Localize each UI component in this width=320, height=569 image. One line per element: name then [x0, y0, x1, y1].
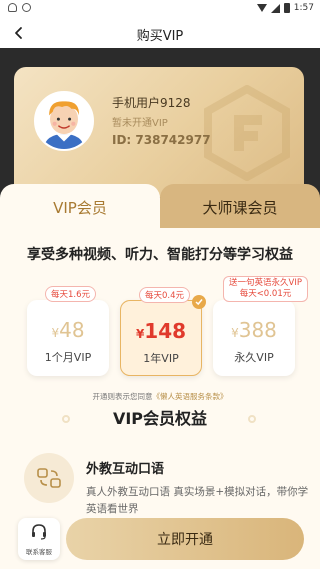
plan-name: 永久VIP	[234, 351, 274, 364]
tab-master-class[interactable]: 大师课会员	[160, 184, 320, 230]
terms-link[interactable]: 《懒人英语服务条款》	[153, 392, 228, 401]
status-time: 1:57	[293, 3, 314, 13]
plan-tag: 送一句英语永久VIP 每天<0.01元	[223, 276, 308, 302]
feature-title: 外教互动口语	[86, 462, 165, 477]
android-icon	[8, 3, 17, 12]
check-icon	[192, 295, 206, 309]
benefits-summary: 享受多种视频、听力、智能打分等学习权益	[27, 247, 293, 263]
plan-1-month[interactable]: 每天1.6元 ¥48 1个月VIP	[27, 286, 109, 376]
plan-name: 1个月VIP	[44, 351, 92, 364]
section-title: VIP会员权益	[112, 409, 208, 428]
open-now-button[interactable]: 立即开通	[66, 518, 304, 560]
plan-price: ¥48	[51, 318, 85, 342]
customer-service-button[interactable]: 联系客服	[18, 518, 60, 560]
wifi-icon	[256, 4, 267, 12]
user-card: 手机用户9128 暂未开通VIP ID: 738742977	[14, 67, 304, 197]
battery-icon	[283, 3, 290, 13]
signal-icon	[270, 3, 280, 13]
decor-dot	[248, 415, 256, 423]
feature-description: 真人外教互动口语 真实场景+模拟对话，带你学英语看世界	[86, 486, 309, 515]
header: 购买VIP	[0, 18, 320, 48]
support-label: 联系客服	[26, 548, 52, 556]
avatar[interactable]	[34, 91, 94, 151]
plan-1-year[interactable]: 每天0.4元 ¥148 1年VIP	[120, 287, 206, 376]
plan-price: ¥148	[135, 319, 187, 343]
agreement-text: 开通则表示您同意《懒人英语服务条款》	[92, 392, 228, 401]
membership-tabs: 大师课会员 VIP会员	[0, 184, 320, 230]
page-title: 购买VIP	[136, 29, 184, 44]
plan-name: 1年VIP	[143, 352, 179, 365]
sync-icon	[22, 3, 31, 12]
tab-vip[interactable]: VIP会员	[0, 184, 160, 230]
plan-tag: 每天0.4元	[139, 287, 191, 303]
headset-icon	[32, 524, 46, 540]
plan-tag: 每天1.6元	[45, 286, 97, 302]
user-name: 手机用户9128	[112, 96, 191, 110]
oral-practice-icon	[24, 453, 74, 503]
brand-watermark-icon	[204, 85, 290, 181]
user-id: ID: 738742977	[112, 133, 211, 147]
plan-price: ¥388	[231, 318, 277, 342]
vip-status: 暂未开通VIP	[112, 118, 168, 129]
avatar-boy-icon	[36, 93, 92, 149]
plan-lifetime[interactable]: 送一句英语永久VIP 每天<0.01元 ¥388 永久VIP	[213, 276, 308, 376]
status-bar: 1:57	[0, 0, 320, 18]
